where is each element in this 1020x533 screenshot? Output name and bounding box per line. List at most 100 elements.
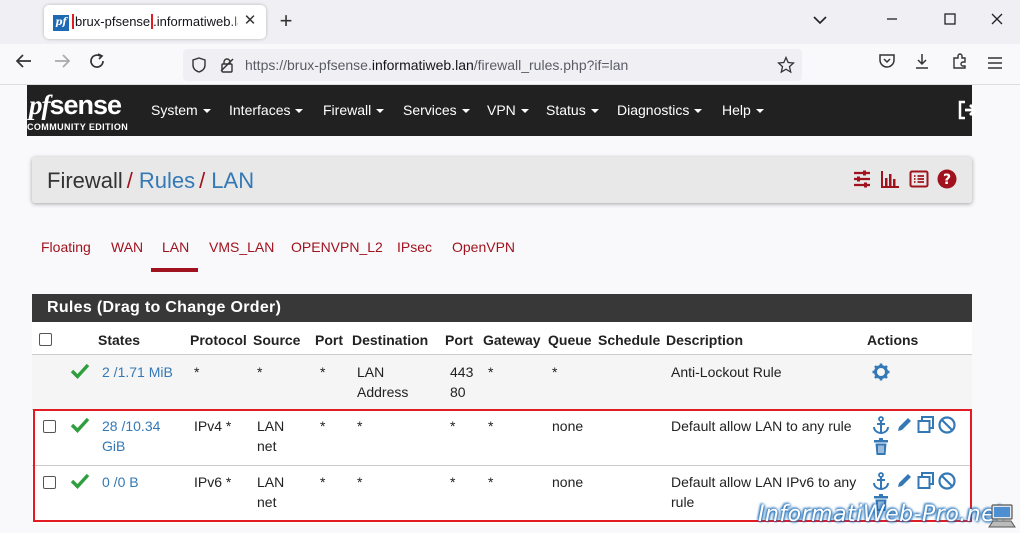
- select-all-checkbox[interactable]: [39, 333, 52, 346]
- url-prefix: https://brux-pfsense.: [245, 57, 372, 73]
- menu-diagnostics[interactable]: Diagnostics: [617, 102, 703, 118]
- tab-openvpn-l2[interactable]: OPENVPN_L2: [291, 239, 383, 255]
- menu-firewall[interactable]: Firewall: [323, 102, 385, 118]
- pencil-edit-icon[interactable]: [895, 416, 913, 434]
- source-cell: *: [257, 364, 263, 380]
- tab-wan[interactable]: WAN: [111, 239, 143, 255]
- copy-icon[interactable]: [917, 416, 935, 434]
- col-schedule: Schedule: [598, 332, 661, 348]
- list-icon[interactable]: [909, 169, 931, 191]
- col-gateway: Gateway: [483, 332, 541, 348]
- browser-tab[interactable]: pf brux-pfsense.informatiweb.lan ✕: [44, 5, 266, 39]
- logout-icon[interactable]: [957, 99, 979, 121]
- logo-text: pfsense: [29, 90, 122, 120]
- gateway-cell: *: [488, 364, 494, 380]
- svg-text:?: ?: [943, 172, 951, 188]
- col-protocol: Protocol: [190, 332, 247, 348]
- states-link[interactable]: 2 /1.71 MiB: [102, 362, 173, 382]
- row-select-checkbox[interactable]: [43, 420, 56, 433]
- rules-panel-title: Rules (Drag to Change Order): [32, 294, 972, 322]
- pfsense-favicon-icon: pf: [53, 15, 69, 31]
- description-cell: Default allow LAN to any rule: [671, 418, 852, 434]
- col-states: States: [98, 332, 141, 348]
- tab-ipsec[interactable]: IPsec: [397, 239, 432, 255]
- states-link[interactable]: 28 /10.34 GiB: [102, 416, 174, 456]
- help-question-icon[interactable]: ?: [937, 169, 959, 191]
- rules-panel: Rules (Drag to Change Order) States Prot…: [32, 294, 972, 524]
- tab-floating[interactable]: Floating: [41, 239, 91, 255]
- tab-title: brux-pfsense.informatiweb.lan: [72, 14, 238, 29]
- source-cell: LAN net: [257, 418, 285, 454]
- caret-down-icon: [376, 109, 385, 114]
- enabled-check-icon: [70, 472, 90, 490]
- computer-icon: [988, 504, 1016, 528]
- menu-vpn[interactable]: VPN: [487, 102, 529, 118]
- dest-port-cell: *: [450, 418, 456, 434]
- reload-icon[interactable]: [85, 52, 109, 76]
- caret-down-icon: [755, 109, 764, 114]
- menu-status[interactable]: Status: [546, 102, 599, 118]
- tab-vms-lan[interactable]: VMS_LAN: [209, 239, 274, 255]
- shield-icon[interactable]: [191, 57, 207, 73]
- queue-cell: none: [552, 474, 584, 490]
- close-tab-icon[interactable]: ✕: [242, 13, 258, 29]
- disable-ban-icon[interactable]: [938, 416, 956, 434]
- breadcrumb-panel: Firewall / Rules / LAN ?: [32, 157, 972, 203]
- sliders-icon[interactable]: [852, 169, 874, 191]
- url-bar[interactable]: https://brux-pfsense.informatiweb.lan/fi…: [183, 49, 802, 81]
- anchor-icon[interactable]: [872, 416, 890, 435]
- col-source: Source: [253, 332, 301, 348]
- menu-system[interactable]: System: [151, 102, 211, 118]
- url-domain: informatiweb.lan: [371, 57, 474, 73]
- row-select-checkbox[interactable]: [43, 476, 56, 489]
- extensions-icon[interactable]: [948, 52, 972, 76]
- trash-delete-icon[interactable]: [872, 438, 890, 456]
- destination-cell: LAN Address: [357, 364, 409, 400]
- bar-chart-icon[interactable]: [880, 169, 902, 191]
- menu-help[interactable]: Help: [722, 102, 764, 118]
- forward-arrow-icon[interactable]: [50, 52, 74, 76]
- maximize-icon[interactable]: [938, 9, 962, 33]
- url-path: /firewall_rules.php?if=lan: [473, 57, 629, 73]
- tab-openvpn[interactable]: OpenVPN: [452, 239, 515, 255]
- menu-services[interactable]: Services: [403, 102, 470, 118]
- new-tab-icon[interactable]: +: [276, 10, 296, 32]
- tab-title-rest: .informatiweb.lan: [153, 14, 238, 29]
- col-queue: Queue: [548, 332, 592, 348]
- gateway-cell: *: [488, 418, 494, 434]
- queue-cell: none: [552, 418, 584, 434]
- minimize-icon[interactable]: [880, 9, 904, 33]
- caret-down-icon: [694, 109, 703, 114]
- source-port-cell: *: [320, 418, 326, 434]
- col-destination: Destination: [352, 332, 429, 348]
- tab-lan[interactable]: LAN: [162, 239, 189, 255]
- breadcrumb: Firewall / Rules / LAN: [47, 168, 255, 193]
- queue-cell: *: [552, 364, 558, 380]
- pfsense-logo[interactable]: pfsense COMMUNITY EDITION: [27, 90, 137, 134]
- disable-ban-icon[interactable]: [938, 472, 956, 490]
- back-arrow-icon[interactable]: [12, 52, 36, 76]
- breadcrumb-rules[interactable]: Rules: [139, 168, 195, 193]
- tab-list-chevron-icon[interactable]: [808, 9, 832, 33]
- gear-icon[interactable]: [872, 363, 890, 381]
- menu-interfaces[interactable]: Interfaces: [229, 102, 304, 118]
- col-actions: Actions: [867, 332, 919, 348]
- hamburger-menu-icon[interactable]: [983, 52, 1007, 76]
- gateway-cell: *: [488, 474, 494, 490]
- pocket-icon[interactable]: [875, 52, 899, 76]
- download-icon[interactable]: [910, 52, 934, 76]
- pencil-edit-icon[interactable]: [895, 472, 913, 490]
- anchor-icon[interactable]: [872, 472, 890, 491]
- bookmark-star-icon[interactable]: [776, 55, 796, 74]
- description-cell: Anti-Lockout Rule: [671, 364, 782, 380]
- breadcrumb-lan[interactable]: LAN: [211, 168, 254, 193]
- lock-page-icon[interactable]: [219, 57, 235, 73]
- watermark-text: InformatiWeb-Pro.net: [758, 502, 1005, 527]
- copy-icon[interactable]: [917, 472, 935, 490]
- close-window-icon[interactable]: [985, 9, 1009, 33]
- breadcrumb-firewall: Firewall: [47, 168, 123, 193]
- enabled-check-icon: [70, 362, 90, 380]
- url-text[interactable]: https://brux-pfsense.informatiweb.lan/fi…: [245, 57, 628, 73]
- states-link[interactable]: 0 /0 B: [102, 472, 139, 492]
- caret-down-icon: [520, 109, 529, 114]
